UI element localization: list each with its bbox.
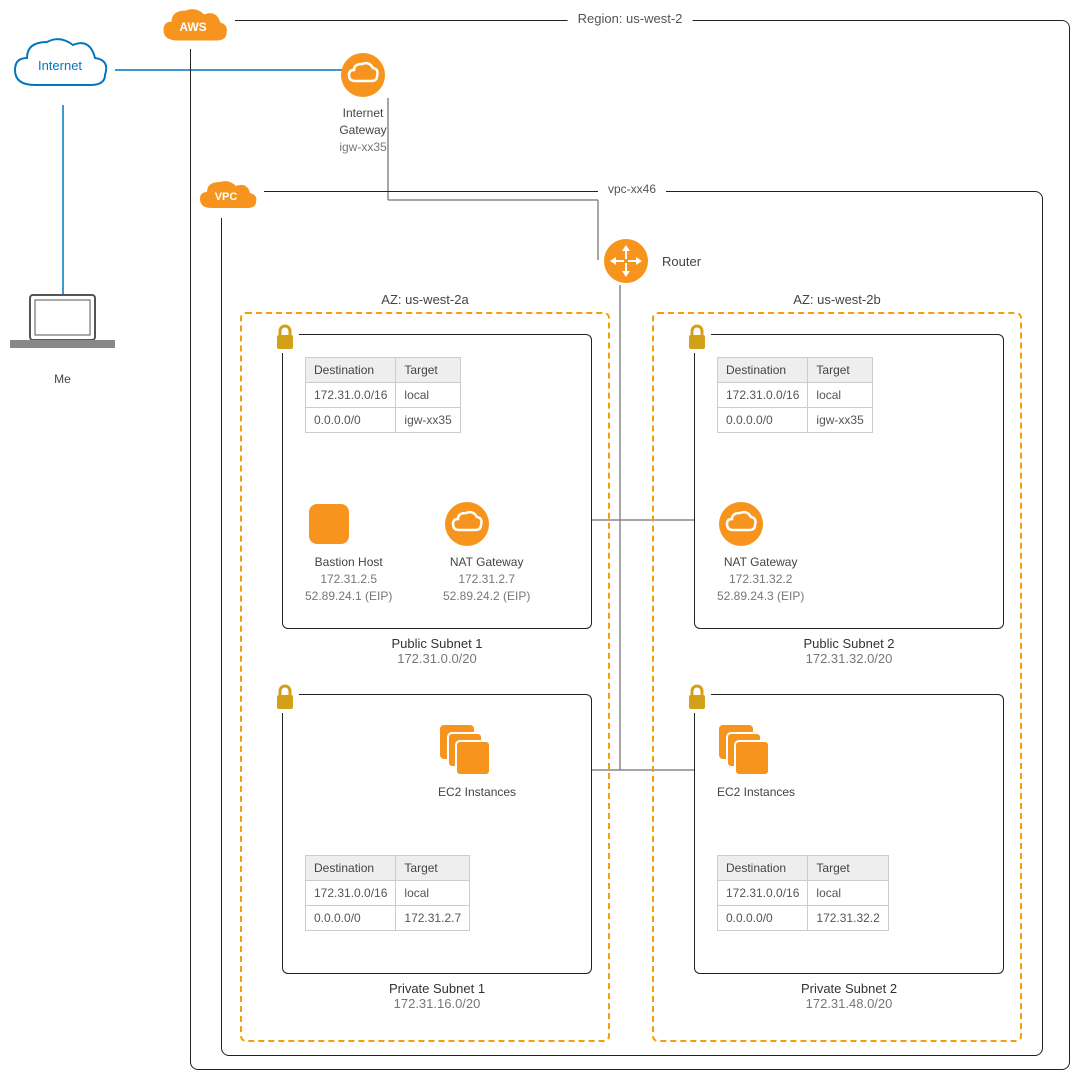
vpc-box: VPC vpc-xx46 Router AZ: us-west-2a <box>221 191 1043 1056</box>
router-label: Router <box>662 254 701 269</box>
instances-stack-icon <box>717 723 772 778</box>
lock-icon <box>683 681 711 713</box>
ec2-instances-2: EC2 Instances <box>717 723 795 801</box>
laptop-icon: Me <box>5 290 120 388</box>
igw-title: Internet Gateway igw-xx35 <box>339 105 387 155</box>
lock-icon <box>271 321 299 353</box>
server-icon <box>305 500 353 548</box>
public-subnet-1: DestinationTarget 172.31.0.0/16local 0.0… <box>282 334 592 629</box>
internet-label: Internet <box>5 58 115 73</box>
cloud-circle-icon <box>717 500 765 548</box>
aws-badge-icon: AWS <box>156 3 235 49</box>
private-subnet-1-title: Private Subnet 1 172.31.16.0/20 <box>389 981 485 1011</box>
route-table-pub2: DestinationTarget 172.31.0.0/16local 0.0… <box>717 357 873 433</box>
public-subnet-2-title: Public Subnet 2 172.31.32.0/20 <box>803 636 894 666</box>
private-subnet-2: EC2 Instances DestinationTarget 172.31.0… <box>694 694 1004 974</box>
public-subnet-1-title: Public Subnet 1 172.31.0.0/20 <box>391 636 482 666</box>
ec2-instances-1: EC2 Instances <box>438 723 516 801</box>
me-label: Me <box>5 371 120 388</box>
route-table-priv2: DestinationTarget 172.31.0.0/16local 0.0… <box>717 855 889 931</box>
nat-gateway-2-node: NAT Gateway 172.31.32.2 52.89.24.3 (EIP) <box>717 500 804 604</box>
internet-gateway-node: Internet Gateway igw-xx35 <box>339 51 387 155</box>
nat-gateway-1-node: NAT Gateway 172.31.2.7 52.89.24.2 (EIP) <box>443 500 530 604</box>
svg-text:VPC: VPC <box>215 191 238 203</box>
route-table-priv1: DestinationTarget 172.31.0.0/16local 0.0… <box>305 855 470 931</box>
router-icon <box>602 237 650 285</box>
private-subnet-2-title: Private Subnet 2 172.31.48.0/20 <box>801 981 897 1011</box>
region-box: Region: us-west-2 AWS Internet Gateway i… <box>190 20 1070 1070</box>
lock-icon <box>271 681 299 713</box>
svg-text:AWS: AWS <box>179 20 206 34</box>
lock-icon <box>683 321 711 353</box>
vpc-id: vpc-xx46 <box>598 182 666 196</box>
private-subnet-1: EC2 Instances DestinationTarget 172.31.0… <box>282 694 592 974</box>
bastion-host-node: Bastion Host 172.31.2.5 52.89.24.1 (EIP) <box>305 500 392 604</box>
az1-label: AZ: us-west-2a <box>381 292 468 307</box>
vpc-badge-icon: VPC <box>192 174 264 218</box>
router-node: Router <box>602 237 701 285</box>
region-label: Region: us-west-2 <box>568 11 693 26</box>
az2-box: AZ: us-west-2b DestinationTarget 172.31.… <box>652 312 1022 1042</box>
az2-label: AZ: us-west-2b <box>793 292 880 307</box>
cloud-circle-icon <box>443 500 491 548</box>
route-table-pub1: DestinationTarget 172.31.0.0/16local 0.0… <box>305 357 461 433</box>
cloud-circle-icon <box>339 51 387 99</box>
public-subnet-2: DestinationTarget 172.31.0.0/16local 0.0… <box>694 334 1004 629</box>
instances-stack-icon <box>438 723 493 778</box>
internet-cloud: Internet <box>5 30 115 105</box>
az1-box: AZ: us-west-2a DestinationTarget 172.31.… <box>240 312 610 1042</box>
